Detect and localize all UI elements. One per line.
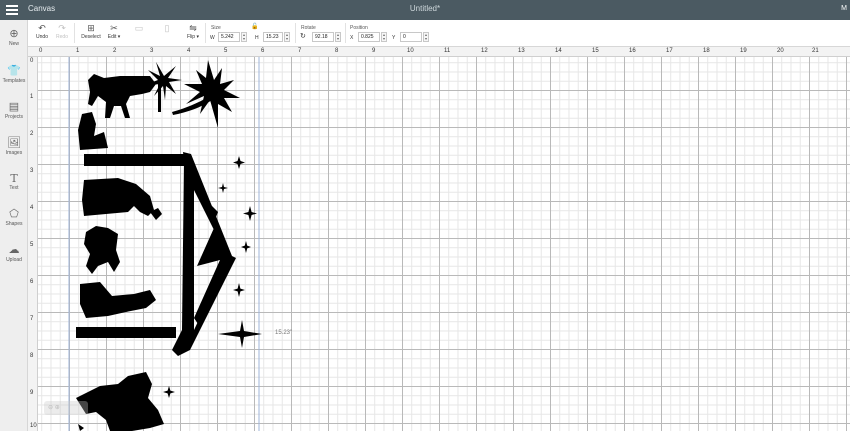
stable-beam-bottom (76, 327, 176, 338)
nativity-artwork[interactable] (0, 0, 850, 431)
donkey-figure (88, 74, 156, 118)
zoom-icon: ⊖ ⊕ (48, 405, 60, 411)
stable-beam-top (84, 154, 188, 166)
mary-figure (82, 178, 154, 216)
camel-figure (76, 372, 164, 431)
zoom-control[interactable]: ⊖ ⊕ (44, 401, 88, 415)
height-dimension-label: 15.23" (275, 330, 293, 336)
sack-figure (78, 112, 108, 150)
nativity-silhouette (76, 60, 262, 431)
palm-tree-large (172, 60, 240, 128)
joseph-figure (80, 282, 156, 318)
manger-figure (84, 226, 120, 274)
